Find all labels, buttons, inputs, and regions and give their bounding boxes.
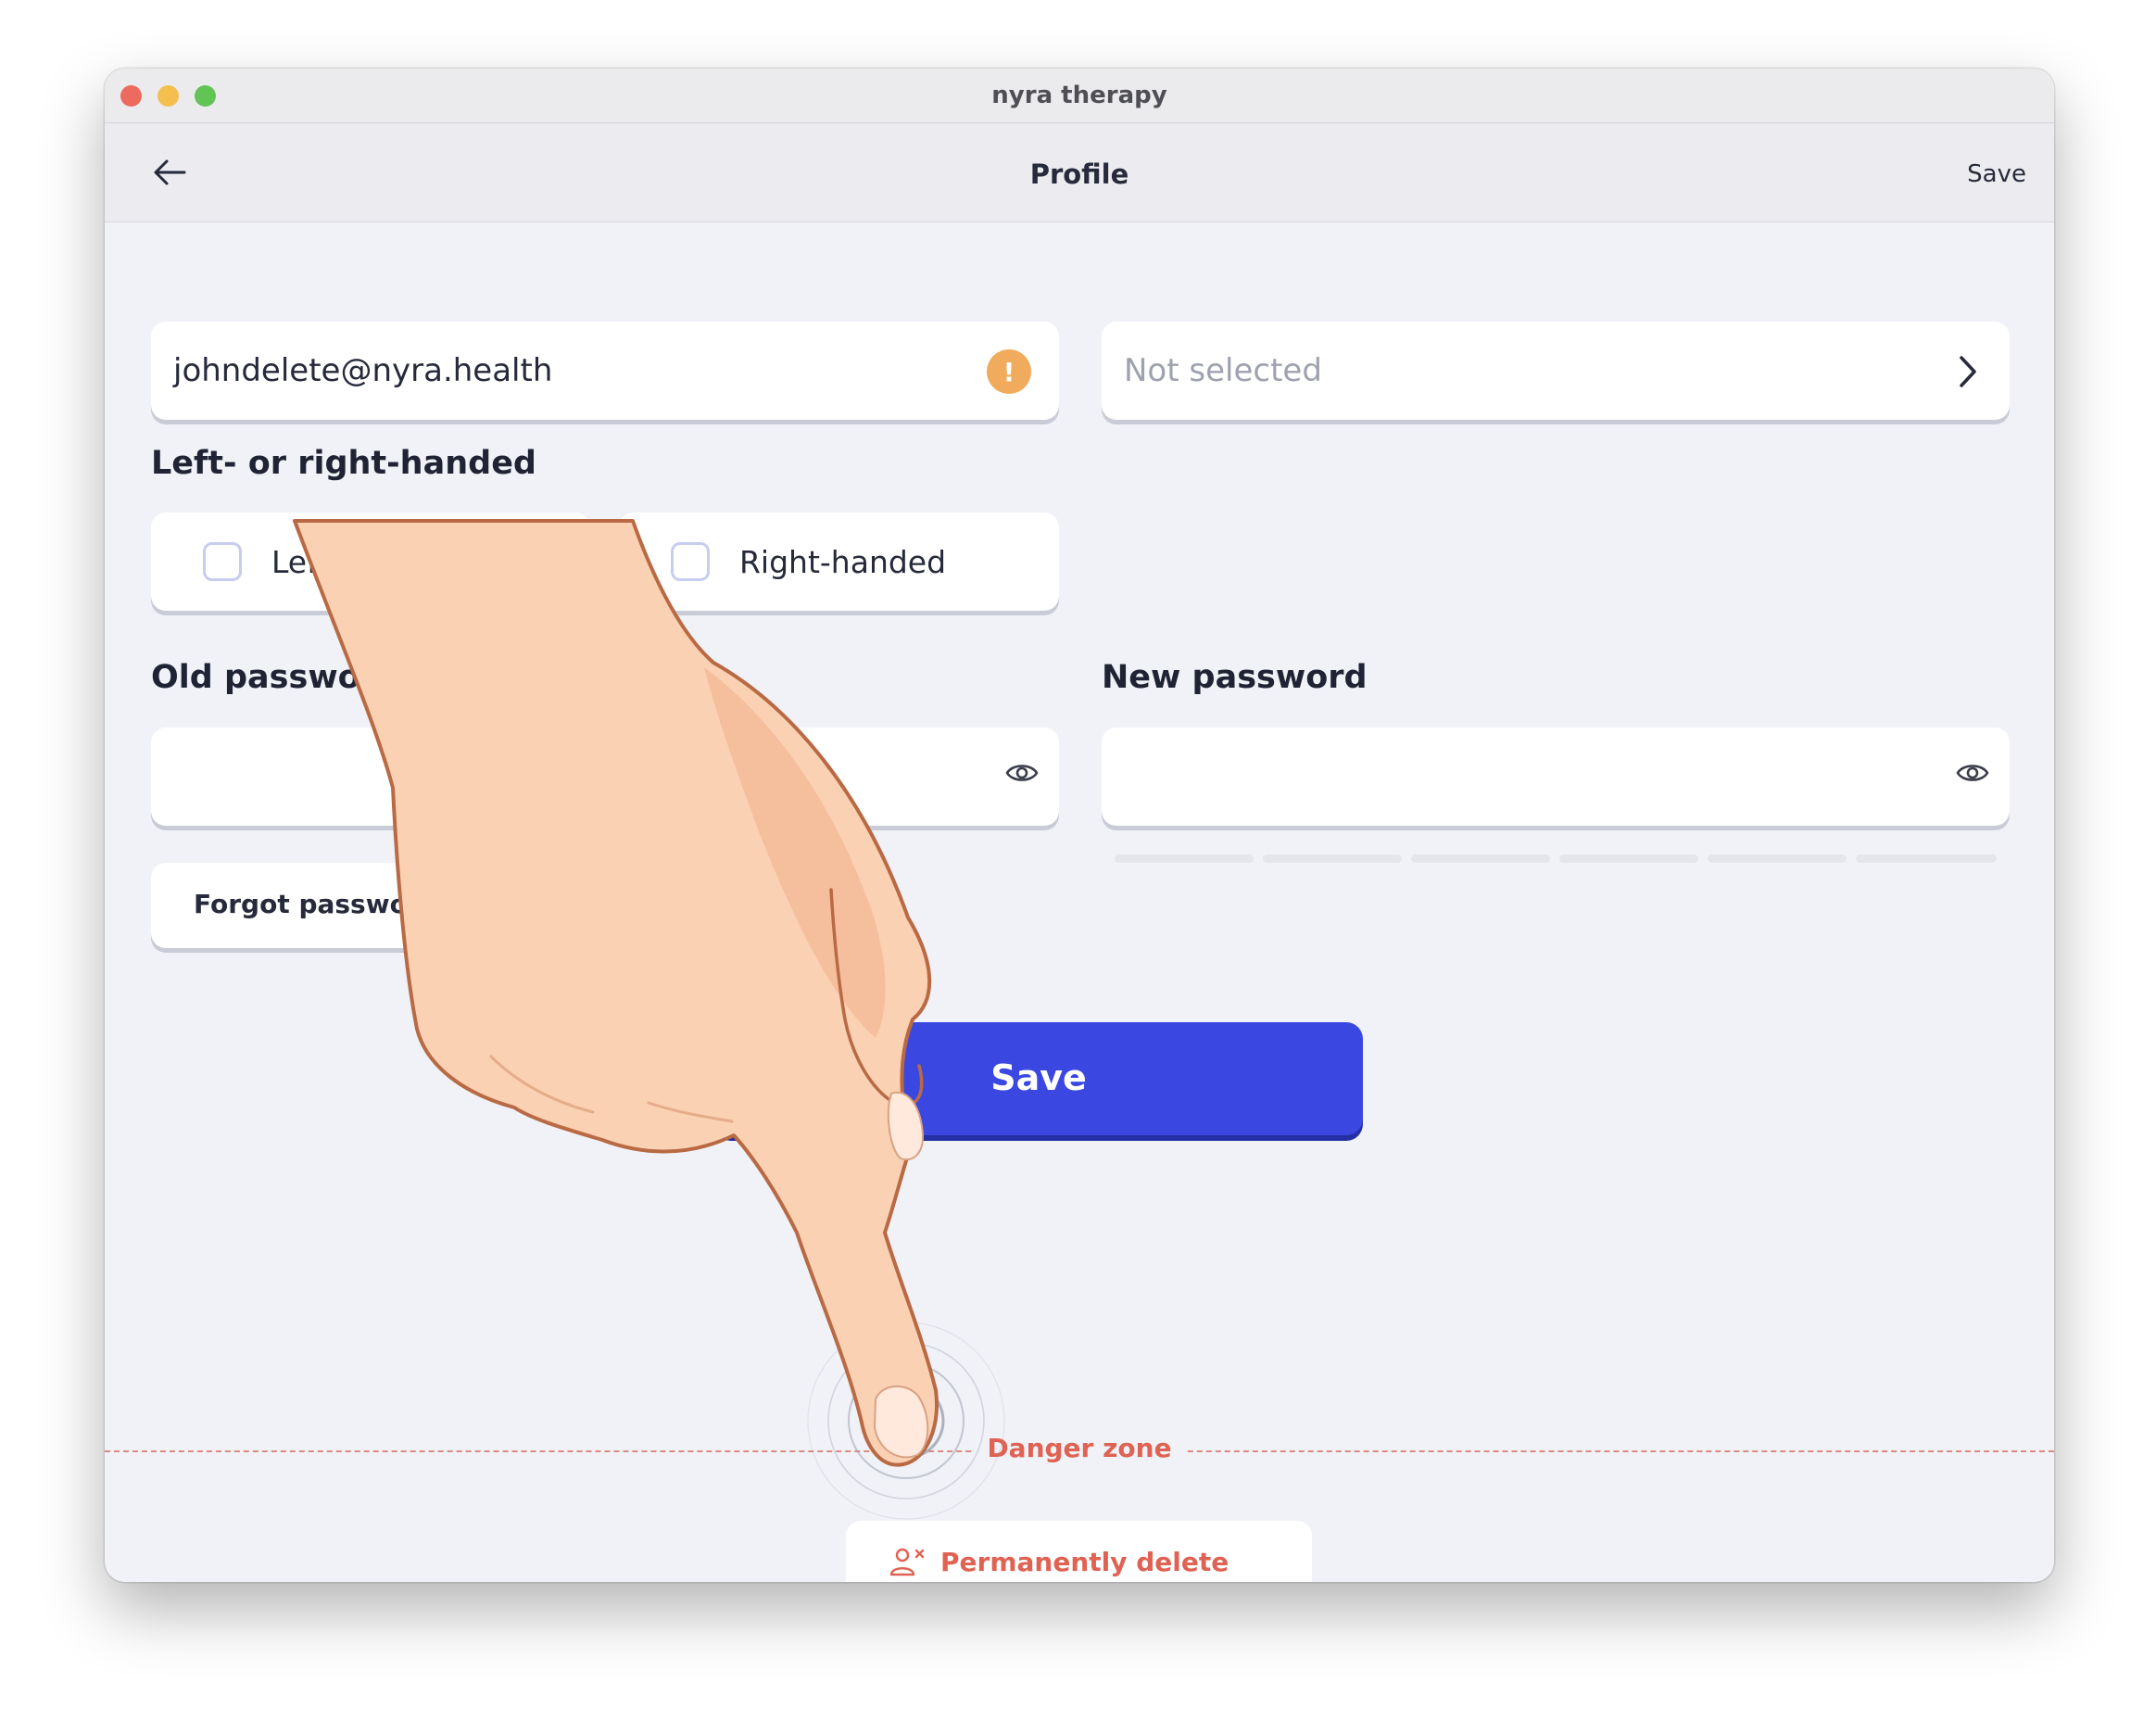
old-password-label: Old passwo [151, 659, 360, 696]
nav-save-button[interactable]: Save [1967, 160, 2026, 188]
strength-segment [1856, 854, 1997, 863]
new-password-label: New password [1102, 659, 1368, 696]
strength-segment [1263, 854, 1402, 863]
selection-field[interactable]: Not selected [1102, 322, 2010, 420]
old-password-input[interactable] [151, 728, 1059, 826]
save-button[interactable]: Save [714, 1022, 1363, 1135]
danger-zone-label: Danger zone [972, 1433, 1187, 1463]
right-handed-checkbox[interactable] [671, 542, 710, 581]
title-bar: nyra therapy [105, 69, 2054, 123]
strength-segment [1411, 854, 1550, 863]
strength-segment [1708, 854, 1847, 863]
page-title: Profile [1029, 158, 1129, 190]
handedness-heading: Left- or right-handed [151, 445, 536, 482]
delete-profile-label: Permanently delete profile [940, 1547, 1229, 1582]
danger-zone-heading: Danger zone [105, 1433, 2054, 1463]
strength-segment [1115, 854, 1254, 863]
delete-profile-button[interactable]: Permanently delete profile [846, 1521, 1312, 1582]
selection-value: Not selected [1124, 352, 1322, 389]
forgot-password-button[interactable]: Forgot passwor [151, 863, 605, 948]
window-title: nyra therapy [991, 82, 1167, 109]
save-button-label: Save [990, 1057, 1087, 1098]
right-handed-option[interactable]: Right-handed [619, 513, 1059, 611]
forgot-password-label: Forgot passwor [194, 889, 421, 919]
right-handed-label: Right-handed [739, 544, 947, 580]
profile-form: johndelete@nyra.health ! Not selected Le… [105, 222, 2054, 1582]
left-handed-checkbox[interactable] [203, 542, 242, 581]
email-value: johndelete@nyra.health [173, 352, 553, 389]
delete-user-icon [889, 1548, 925, 1576]
left-handed-label: Left-handed [271, 544, 456, 580]
nav-bar: Profile Save [105, 123, 2054, 222]
new-password-input[interactable] [1102, 728, 2010, 826]
eye-icon[interactable] [1956, 761, 1989, 785]
eye-icon[interactable] [1005, 761, 1039, 785]
left-handed-option[interactable]: Left-handed [151, 513, 590, 611]
email-field[interactable]: johndelete@nyra.health ! [151, 322, 1059, 420]
strength-segment [1559, 854, 1698, 863]
chevron-right-icon [1960, 356, 1976, 387]
app-window: nyra therapy Profile Save johndelete@nyr… [105, 69, 2054, 1582]
exclamation-icon[interactable]: ! [987, 349, 1031, 394]
